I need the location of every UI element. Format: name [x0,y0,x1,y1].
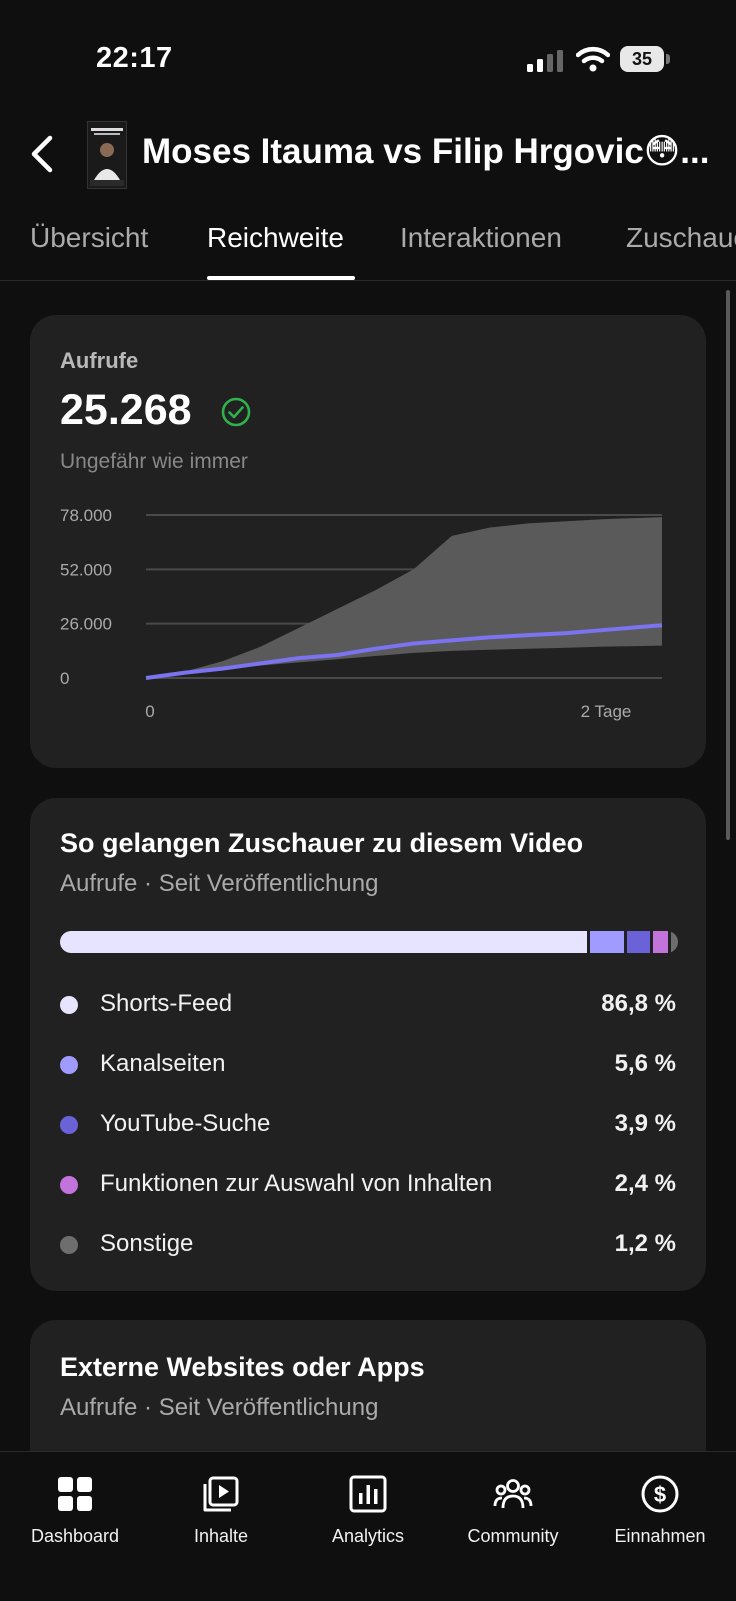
views-label: Aufrufe [60,348,139,373]
scrollbar[interactable] [726,290,730,840]
traffic-source-row: YouTube-Suche 3,9 % [60,1104,676,1144]
tab-engagement[interactable]: Interaktionen [400,222,562,254]
traffic-source-value: 1,2 % [614,1230,676,1257]
tab-overview[interactable]: Übersicht [30,222,148,254]
traffic-source-value: 86,8 % [601,990,676,1017]
bar-segment [589,931,624,953]
nav-content-label: Inhalte [193,1526,249,1546]
check-circle-icon [221,397,251,427]
bottom-navigation: Dashboard Inhalte Analytics Community $ … [0,1451,736,1601]
traffic-source-row: Sonstige 1,2 % [60,1224,676,1264]
tab-bar: Übersicht Reichweite Interaktionen Zusch… [0,210,736,280]
traffic-source-label: YouTube-Suche [100,1110,271,1137]
traffic-source-row: Funktionen zur Auswahl von Inhalten 2,4 % [60,1164,676,1204]
back-arrow-icon[interactable] [26,134,58,174]
views-chart: 78.000 52.000 26.000 0 0 2 Tage [60,506,663,721]
bar-segment [60,931,587,953]
y-tick-label: 0 [60,669,69,688]
nav-community[interactable]: Community [443,1462,583,1547]
legend-dot [60,1056,78,1074]
typical-range-band [146,517,662,678]
legend-dot [60,1176,78,1194]
nav-analytics-label: Analytics [331,1526,405,1546]
tab-audience[interactable]: Zuschauer [626,222,736,254]
external-sources-subtitle: Aufrufe · Seit Veröffentlichung [60,1394,379,1421]
legend-dot [60,996,78,1014]
external-sources-title: Externe Websites oder Apps [60,1352,425,1382]
status-time: 22:17 [96,42,173,74]
video-thumbnail [87,121,127,189]
y-tick-label: 26.000 [60,615,112,634]
wifi-icon [576,46,610,72]
legend-dot [60,1116,78,1134]
svg-text:$: $ [654,1482,666,1507]
x-tick-label: 2 Tage [581,702,632,721]
nav-community-label: Community [467,1526,559,1546]
nav-earnings[interactable]: $ Einnahmen [590,1462,730,1547]
battery-icon: 35 [620,46,670,72]
legend-dot [60,1236,78,1254]
traffic-source-row: Kanalseiten 5,6 % [60,1044,676,1084]
nav-analytics[interactable]: Analytics [298,1462,438,1547]
traffic-source-label: Kanalseiten [100,1050,226,1077]
nav-dashboard-label: Dashboard [30,1526,120,1546]
traffic-source-value: 5,6 % [614,1050,676,1077]
dashboard-icon [58,1477,92,1511]
y-tick-label: 78.000 [60,506,112,525]
traffic-source-label: Funktionen zur Auswahl von Inhalten [100,1170,493,1197]
divider [0,280,736,281]
traffic-source-value: 3,9 % [614,1110,676,1137]
battery-level: 35 [620,46,664,72]
traffic-source-label: Sonstige [100,1230,194,1257]
nav-earnings-label: Einnahmen [614,1526,706,1546]
tab-reach[interactable]: Reichweite [207,222,344,254]
traffic-sources-stacked-bar [60,931,678,953]
nav-content[interactable]: Inhalte [151,1462,291,1547]
analytics-icon [349,1475,387,1513]
bar-segment [670,931,678,953]
community-icon [493,1479,533,1509]
earnings-icon: $ [641,1475,679,1513]
traffic-source-label: Shorts-Feed [100,990,233,1017]
traffic-source-row: Shorts-Feed 86,8 % [60,984,676,1024]
nav-dashboard[interactable]: Dashboard [5,1462,145,1547]
traffic-source-value: 2,4 % [614,1170,676,1197]
traffic-sources-title: So gelangen Zuschauer zu diesem Video [60,828,584,858]
views-comparison-note: Ungefähr wie immer [60,450,248,473]
y-tick-label: 52.000 [60,560,112,579]
traffic-sources-subtitle: Aufrufe · Seit Veröffentlichung [60,870,379,897]
views-value: 25.268 [60,386,192,434]
bar-segment [626,931,651,953]
content-icon [203,1476,239,1512]
x-tick-label: 0 [145,702,154,721]
video-title: Moses Itauma vs Filip Hrgovic😳... [142,132,710,171]
bar-segment [653,931,668,953]
cellular-signal-icon [527,50,563,72]
